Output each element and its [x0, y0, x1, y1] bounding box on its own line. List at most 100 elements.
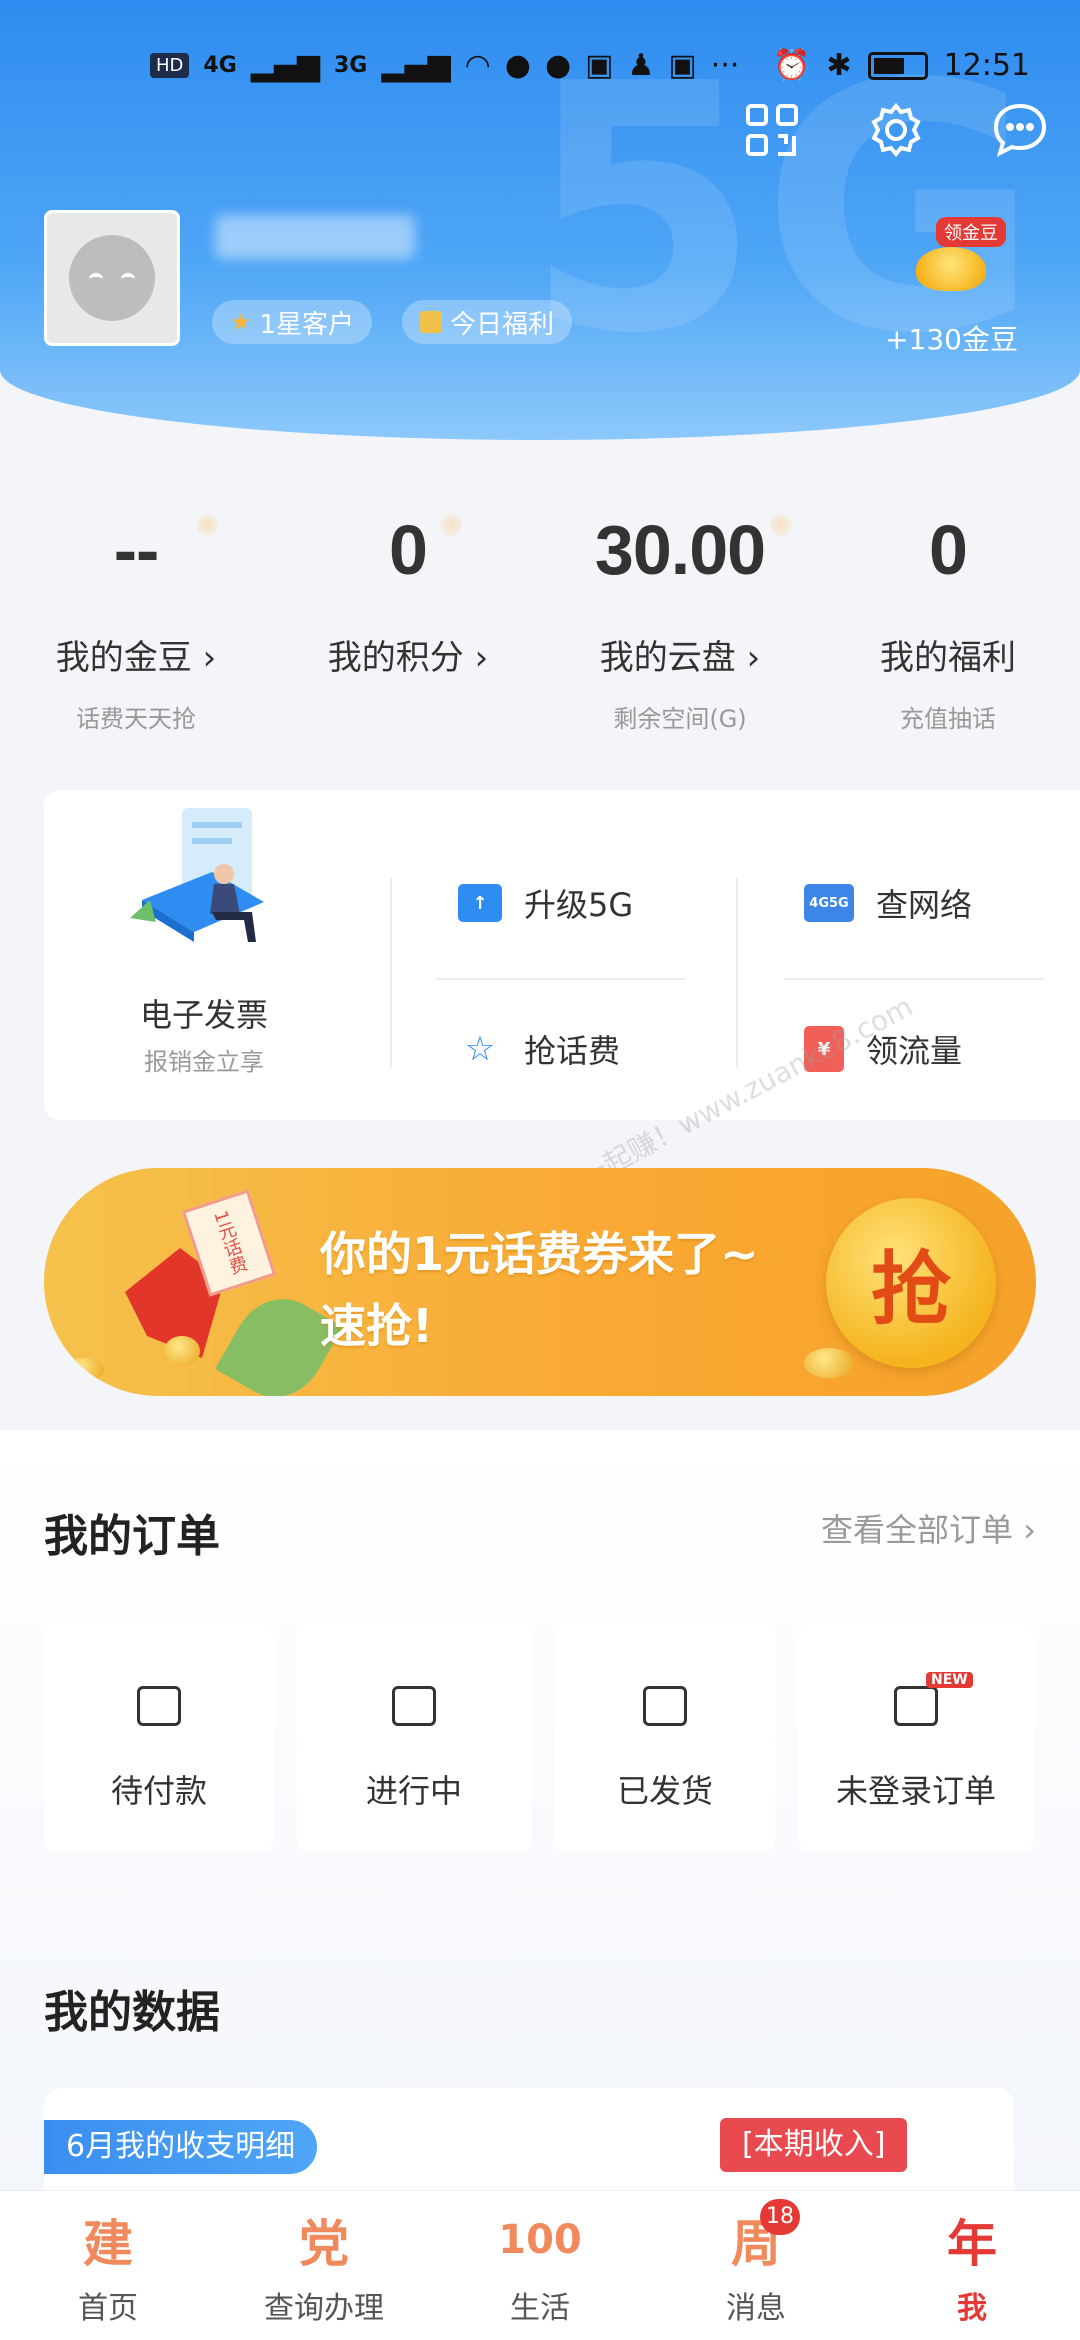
clock: 12:51 — [943, 48, 1030, 83]
divider — [390, 878, 392, 1068]
period-income-tag[interactable]: [本期收入] — [720, 2118, 908, 2172]
delivery-truck-icon — [643, 1686, 687, 1726]
home-icon: 建 — [83, 2215, 133, 2273]
life-icon: 100 — [498, 2217, 582, 2263]
nav-label: 生活 — [510, 2291, 570, 2326]
stat-label: 我的金豆 › — [55, 638, 217, 678]
avatar-placeholder-icon — [69, 235, 155, 321]
e-invoice-title[interactable]: 电子发票 — [94, 990, 314, 1036]
service-card: 电子发票 报销金立享 ↑ 升级5G 4G5G 查网络 ☆ 抢话费 ¥ 领流量 — [44, 790, 1080, 1120]
divider — [436, 978, 686, 980]
order-pending-payment[interactable]: 待付款 — [44, 1622, 274, 1852]
daily-benefit-chip[interactable]: 今日福利 — [402, 300, 573, 344]
app-notification-icon: ● — [504, 48, 531, 83]
settings-gear-icon[interactable] — [866, 100, 926, 160]
bluetooth-icon: ✱ — [826, 48, 852, 83]
promo-banner[interactable]: 1元话费 你的1元话费券来了~ 速抢! 抢 — [44, 1168, 1036, 1396]
stat-label: 我的福利 — [880, 638, 1016, 678]
query-icon: 党 — [299, 2215, 349, 2273]
service-label: 查网络 — [876, 886, 973, 924]
signal-3g-icon: 3G — [334, 53, 368, 78]
upgrade-5g-button[interactable]: ↑ 升级5G — [458, 880, 633, 926]
new-badge: NEW — [926, 1672, 973, 1688]
app-notification-icon: ▣ — [668, 48, 697, 83]
gold-bean-reward[interactable]: +130金豆 — [885, 318, 1018, 358]
stat-value: 0 — [929, 511, 968, 589]
order-not-logged-in[interactable]: NEW 未登录订单 — [798, 1622, 1034, 1852]
coin-icon — [164, 1336, 200, 1366]
nav-home[interactable]: 建 首页 — [0, 2191, 216, 2340]
orders-title: 我的订单 — [44, 1511, 220, 1562]
nav-me[interactable]: 年 我 — [864, 2191, 1080, 2340]
e-invoice-subtitle: 报销金立享 — [144, 1048, 264, 1076]
nav-label: 首页 — [78, 2291, 138, 2326]
monthly-statement-pill[interactable]: 6月我的收支明细 — [44, 2120, 318, 2174]
wallet-icon — [137, 1686, 181, 1726]
chat-notification-icon: ● — [544, 48, 572, 83]
order-shipped[interactable]: 已发货 — [554, 1622, 776, 1852]
nav-label: 我 — [957, 2291, 987, 2326]
nav-life[interactable]: 100 生活 — [432, 2191, 648, 2340]
gold-bean-button[interactable]: 领金豆 — [910, 217, 1006, 295]
qq-icon: ♟ — [627, 48, 655, 83]
star-level-label: 1星客户 — [259, 309, 355, 340]
service-label: 升级5G — [524, 886, 634, 924]
signal-4g-icon: 4G — [203, 53, 237, 78]
nav-query[interactable]: 党 查询办理 — [216, 2191, 432, 2340]
stat-points[interactable]: 0 我的积分 › — [272, 500, 544, 760]
order-in-progress[interactable]: 进行中 — [296, 1622, 532, 1852]
banner-headline: 你的1元话费券来了~ — [320, 1227, 759, 1281]
stat-label: 我的积分 › — [327, 638, 489, 678]
nav-messages[interactable]: 周 18 消息 — [648, 2191, 864, 2340]
more-notifications-icon: ··· — [710, 48, 740, 83]
stat-value: -- — [113, 511, 160, 589]
view-all-orders-link[interactable]: 查看全部订单 › — [821, 1505, 1036, 1551]
service-label: 抢话费 — [524, 1032, 621, 1070]
nav-label: 查询办理 — [264, 2291, 384, 2326]
message-bubble-icon[interactable] — [990, 100, 1050, 160]
gold-bean-badge: 领金豆 — [936, 217, 1006, 247]
me-icon: 年 — [947, 2215, 997, 2273]
data-title: 我的数据 — [44, 1987, 220, 2038]
stat-cloud-disk[interactable]: 30.00 我的云盘 › 剩余空间(G) — [544, 500, 816, 760]
header-actions — [742, 100, 1050, 160]
user-name-blurred — [215, 215, 415, 259]
stat-sub: 话费天天抢 — [76, 705, 196, 733]
order-label: 未登录订单 — [835, 1772, 996, 1810]
bottom-nav: 建 首页 党 查询办理 100 生活 周 18 消息 年 我 — [0, 2190, 1080, 2340]
app-notification-icon: ▣ — [585, 48, 614, 83]
qr-code-icon[interactable] — [742, 100, 802, 160]
hd-badge: HD — [150, 53, 190, 78]
gift-icon — [420, 311, 442, 333]
star-level-chip[interactable]: ★ 1星客户 — [212, 300, 373, 344]
nav-label: 消息 — [726, 2291, 786, 2326]
order-label: 进行中 — [365, 1772, 462, 1810]
battery-icon — [867, 51, 928, 80]
star-icon: ★ — [230, 308, 252, 336]
user-avatar[interactable] — [44, 210, 180, 346]
invoice-card-icon — [894, 1686, 938, 1726]
grab-phone-credit-button[interactable]: ☆ 抢话费 — [458, 1026, 620, 1072]
alarm-icon: ⏰ — [773, 48, 811, 83]
stat-gold-beans[interactable]: -- 我的金豆 › 话费天天抢 — [0, 500, 272, 760]
banner-subline: 速抢! — [320, 1299, 433, 1353]
stats-row: -- 我的金豆 › 话费天天抢 0 我的积分 › 30.00 我的云盘 › 剩余… — [0, 500, 1080, 760]
divider — [736, 878, 738, 1068]
sparkle-icon — [196, 514, 218, 536]
star-icon: ☆ — [464, 1029, 496, 1069]
order-label: 已发货 — [616, 1772, 713, 1810]
check-network-button[interactable]: 4G5G 查网络 — [804, 880, 972, 926]
wifi-icon: ◠ — [464, 48, 491, 83]
sparkle-icon — [440, 514, 462, 536]
stat-label: 我的云盘 › — [599, 638, 761, 678]
signal-bars-icon: ▂▄▆ — [250, 48, 320, 83]
daily-benefit-label: 今日福利 — [450, 309, 555, 340]
stat-sub: 剩余空间(G) — [613, 705, 747, 733]
stat-welfare[interactable]: 0 我的福利 充值抽话 — [816, 500, 1080, 760]
grab-button[interactable]: 抢 — [826, 1198, 996, 1368]
status-bar: HD 4G ▂▄▆ 3G ▂▄▆ ◠ ● ● ▣ ♟ ▣ ··· ⏰ ✱ 12:… — [0, 44, 1080, 94]
order-label: 待付款 — [110, 1772, 207, 1810]
unread-badge: 18 — [760, 2199, 800, 2235]
network-4g5g-icon: 4G5G — [804, 884, 854, 922]
card-exchange-icon — [392, 1686, 436, 1726]
